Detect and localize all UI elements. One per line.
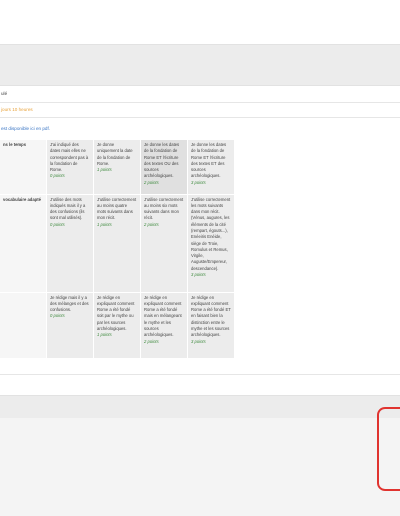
criterion-label: ns le temps xyxy=(0,140,47,195)
rubric-level[interactable]: Je rédige en expliquant comment Rome a é… xyxy=(140,292,188,359)
level-text: Je donne les dates de la fondation de Ro… xyxy=(191,142,227,179)
rubric-level[interactable]: J'utilise des mots indiqués mais il y a … xyxy=(46,194,94,293)
rubric-level[interactable]: J'utilise correctement au moins quatre m… xyxy=(93,194,141,293)
info-row-label: ulé xyxy=(1,91,8,96)
rubric-level[interactable]: Je donne les dates de la fondation de Ro… xyxy=(187,140,235,195)
level-points: 0 points xyxy=(50,221,65,227)
rubric-row: vocabulaire adapté J'utilise des mots in… xyxy=(0,194,235,293)
rubric-level[interactable]: J'utilise correctement au moins six mots… xyxy=(140,194,188,293)
footer-bar xyxy=(0,395,400,419)
level-points: 2 points xyxy=(144,221,159,227)
rubric-table: ns le temps J'ai indiqué des dates mais … xyxy=(0,140,235,359)
info-row: ulé xyxy=(0,86,400,103)
rubric-level[interactable]: Je rédige en expliquant comment Rome a é… xyxy=(93,292,141,359)
level-text: J'utilise des mots indiqués mais il y a … xyxy=(50,196,86,221)
level-points: 3 points xyxy=(191,179,206,185)
level-text: J'utilise correctement au moins six mots… xyxy=(144,196,184,221)
rubric-row: ns le temps J'ai indiqué des dates mais … xyxy=(0,140,235,195)
due-row: jours 10 heures xyxy=(0,103,400,118)
page-background xyxy=(0,418,400,516)
level-points: 3 points xyxy=(191,338,206,344)
criterion-label: vocabulaire adapté xyxy=(0,194,47,293)
level-text: Je donne les dates de la fondation de Ro… xyxy=(144,142,180,179)
rubric-level[interactable]: Je donne uniquement la date de la fondat… xyxy=(93,140,141,195)
level-points: 2 points xyxy=(144,179,159,185)
rubric-level[interactable]: J'utilise correctement les mots suivants… xyxy=(187,194,235,293)
level-points: 1 points xyxy=(97,221,112,227)
level-points: 3 points xyxy=(191,272,206,278)
level-points: 0 points xyxy=(50,173,65,179)
page-header-area xyxy=(0,0,400,44)
level-points: 1 points xyxy=(97,167,112,173)
rubric-row: Je rédige mais il y a des mélanges et de… xyxy=(0,292,235,359)
rubric-level[interactable]: Je donne les dates de la fondation de Ro… xyxy=(140,140,188,195)
level-points: 2 points xyxy=(144,338,159,344)
level-text: Je rédige mais il y a des mélanges et de… xyxy=(50,294,89,313)
section-subbar xyxy=(0,67,400,86)
level-text: Je rédige en expliquant comment Rome a é… xyxy=(144,294,182,338)
rubric-panel: est disponible ici en pdf. ns le temps J… xyxy=(0,118,400,374)
time-remaining: jours 10 heures xyxy=(1,107,33,112)
empty-row xyxy=(0,374,400,395)
rubric-level[interactable]: Je rédige mais il y a des mélanges et de… xyxy=(46,292,94,359)
criterion-label xyxy=(0,292,47,359)
rubric-level[interactable]: J'ai indiqué des dates mais elles ne cor… xyxy=(46,140,94,195)
level-points: 0 points xyxy=(50,313,65,319)
level-text: J'ai indiqué des dates mais elles ne cor… xyxy=(50,142,89,173)
highlight-box xyxy=(377,407,400,491)
level-text: Je donne uniquement la date de la fondat… xyxy=(97,142,133,166)
section-bar xyxy=(0,44,400,68)
level-text: Je rédige en expliquant comment Rome a é… xyxy=(97,294,135,331)
level-points: 1 points xyxy=(97,332,112,338)
pdf-link[interactable]: est disponible ici en pdf. xyxy=(1,126,50,131)
level-text: Je rédige en expliquant comment Rome a é… xyxy=(191,294,231,338)
level-text: J'utilise correctement au moins quatre m… xyxy=(97,196,137,221)
rubric-level[interactable]: Je rédige en expliquant comment Rome a é… xyxy=(187,292,235,359)
level-text: J'utilise correctement les mots suivants… xyxy=(191,196,231,271)
